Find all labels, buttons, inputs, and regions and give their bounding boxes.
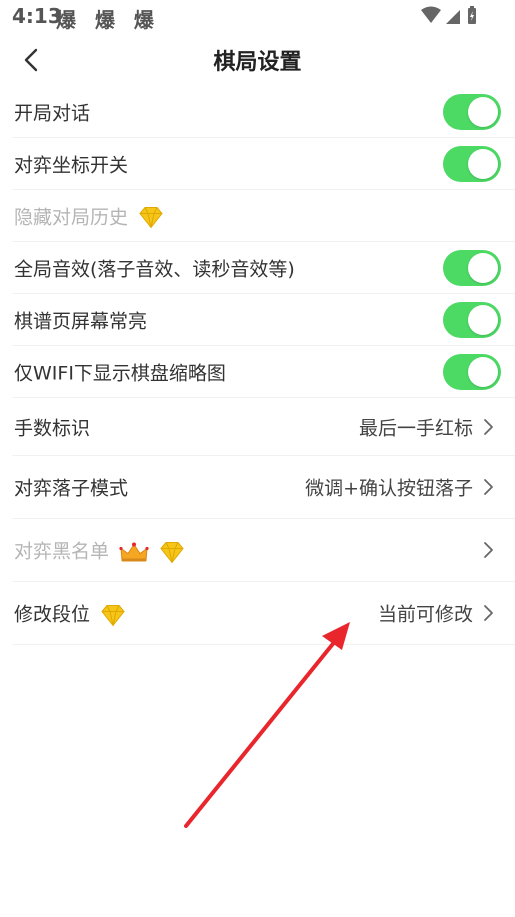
setting-coords: 对弈坐标开关 <box>12 138 515 190</box>
diamond-icon <box>160 541 184 563</box>
status-bar: 4:13 爆 爆 爆 <box>0 0 515 34</box>
setting-move-number[interactable]: 手数标识 最后一手红标 <box>12 398 515 456</box>
app-notification-icon: 爆 爆 爆 <box>56 8 160 32</box>
setting-global-sound: 全局音效(落子音效、读秒音效等) <box>12 242 515 294</box>
diamond-icon <box>139 207 163 229</box>
wifi-thumbs-toggle[interactable] <box>443 353 501 390</box>
setting-label-wrap: 修改段位 <box>14 600 126 627</box>
diamond-icon <box>101 604 125 626</box>
status-icons <box>419 5 479 27</box>
open-dialog-toggle[interactable] <box>443 93 501 130</box>
setting-value: 当前可修改 <box>377 603 473 626</box>
setting-wifi-thumbs: 仅WIFI下显示棋盘缩略图 <box>12 346 515 398</box>
setting-screen-on: 棋谱页屏幕常亮 <box>12 294 515 346</box>
settings-list: 开局对话 对弈坐标开关 隐藏对局历史 全局音效(落子音效、读秒音效等) 棋谱页屏… <box>0 86 515 645</box>
setting-label: 对弈黑名单 <box>14 540 110 563</box>
crown-icon <box>119 542 149 561</box>
chevron-right-icon <box>484 542 493 558</box>
setting-label: 隐藏对局历史 <box>14 206 129 228</box>
wifi-signal-battery-icons <box>421 6 476 24</box>
chevron-right-icon <box>484 605 493 621</box>
setting-rank[interactable]: 修改段位 当前可修改 <box>12 582 515 645</box>
setting-label: 手数标识 <box>14 417 91 439</box>
status-time: 4:13 <box>12 4 62 28</box>
setting-label-wrap: 对弈黑名单 <box>14 537 185 564</box>
coords-toggle[interactable] <box>443 145 501 182</box>
screen-on-toggle[interactable] <box>443 301 501 338</box>
setting-label: 全局音效(落子音效、读秒音效等) <box>14 258 295 280</box>
setting-label: 修改段位 <box>14 603 91 626</box>
page-title: 棋局设置 <box>213 50 302 75</box>
chevron-right-icon <box>484 418 493 435</box>
setting-label: 对弈落子模式 <box>14 477 129 500</box>
setting-open-dialog: 开局对话 <box>12 86 515 138</box>
setting-label: 仅WIFI下显示棋盘缩略图 <box>14 362 226 384</box>
global-sound-toggle[interactable] <box>443 249 501 286</box>
setting-value: 微调+确认按钮落子 <box>305 477 473 500</box>
nav-bar: 棋局设置 <box>0 34 515 86</box>
setting-place-mode[interactable]: 对弈落子模式 微调+确认按钮落子 <box>12 456 515 519</box>
setting-label: 对弈坐标开关 <box>14 154 129 176</box>
setting-label: 开局对话 <box>14 102 91 124</box>
setting-label-wrap: 隐藏对局历史 <box>14 202 164 229</box>
setting-label: 棋谱页屏幕常亮 <box>14 310 148 332</box>
chevron-right-icon <box>484 479 493 495</box>
setting-hide-history[interactable]: 隐藏对局历史 <box>12 190 515 242</box>
setting-blacklist[interactable]: 对弈黑名单 <box>12 519 515 582</box>
setting-value: 最后一手红标 <box>358 417 473 439</box>
